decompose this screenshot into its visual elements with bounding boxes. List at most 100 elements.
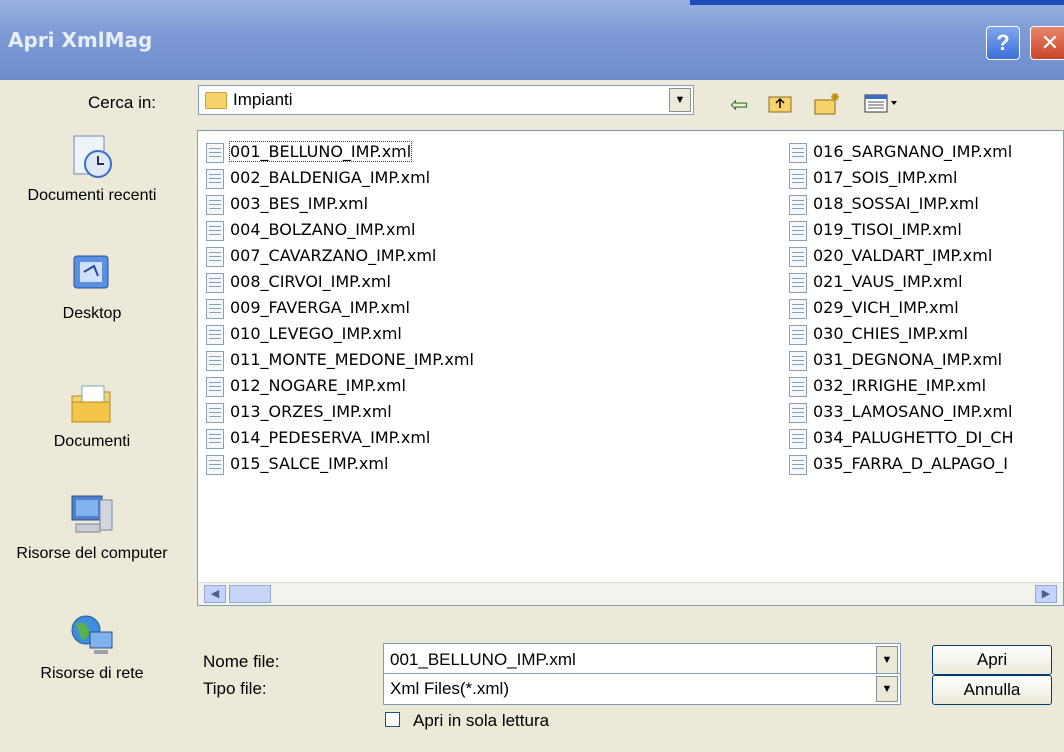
scroll-left-button[interactable]: ◀: [204, 585, 226, 603]
open-button[interactable]: Apri: [932, 645, 1052, 675]
file-item[interactable]: 019_TISOI_IMP.xml: [783, 217, 1014, 243]
file-name: 010_LEVEGO_IMP.xml: [230, 324, 402, 343]
file-item[interactable]: 011_MONTE_MEDONE_IMP.xml: [200, 347, 474, 373]
file-item[interactable]: 012_NOGARE_IMP.xml: [200, 373, 474, 399]
file-name: 004_BOLZANO_IMP.xml: [230, 220, 416, 239]
xml-file-icon: [206, 402, 224, 423]
xml-file-icon: [789, 376, 807, 397]
file-item[interactable]: 007_CAVARZANO_IMP.xml: [200, 243, 474, 269]
file-item[interactable]: 003_BES_IMP.xml: [200, 191, 474, 217]
xml-file-icon: [206, 428, 224, 449]
place-desktop[interactable]: Desktop: [8, 250, 176, 324]
xml-file-icon: [789, 246, 807, 267]
file-item[interactable]: 020_VALDART_IMP.xml: [783, 243, 1014, 269]
xml-file-icon: [789, 428, 807, 449]
file-name: 030_CHIES_IMP.xml: [813, 324, 968, 343]
file-name: 016_SARGNANO_IMP.xml: [813, 142, 1013, 161]
file-name: 002_BALDENIGA_IMP.xml: [230, 168, 431, 187]
lookin-value: Impianti: [233, 90, 293, 109]
file-name: 029_VICH_IMP.xml: [813, 298, 959, 317]
file-name: 013_ORZES_IMP.xml: [230, 402, 392, 421]
file-item[interactable]: 015_SALCE_IMP.xml: [200, 451, 474, 477]
file-item[interactable]: 014_PEDESERVA_IMP.xml: [200, 425, 474, 451]
xml-file-icon: [789, 350, 807, 371]
filetype-label: Tipo file:: [203, 679, 267, 698]
file-item[interactable]: 009_FAVERGA_IMP.xml: [200, 295, 474, 321]
place-recent-label: Documenti recenti: [27, 187, 157, 204]
file-name: 014_PEDESERVA_IMP.xml: [230, 428, 431, 447]
xml-file-icon: [789, 272, 807, 293]
cancel-button[interactable]: Annulla: [932, 675, 1052, 705]
filename-value: 001_BELLUNO_IMP.xml: [390, 650, 576, 669]
title-bar: Apri XmlMag ? ✕: [0, 0, 1064, 80]
place-documents-label: Documenti: [53, 433, 131, 450]
window-title: Apri XmlMag: [8, 28, 153, 52]
file-name: 012_NOGARE_IMP.xml: [230, 376, 406, 395]
file-name: 019_TISOI_IMP.xml: [813, 220, 962, 239]
file-item[interactable]: 033_LAMOSANO_IMP.xml: [783, 399, 1014, 425]
help-button[interactable]: ?: [986, 26, 1020, 60]
xml-file-icon: [206, 142, 224, 163]
file-name: 015_SALCE_IMP.xml: [230, 454, 389, 473]
file-item[interactable]: 018_SOSSAI_IMP.xml: [783, 191, 1014, 217]
xml-file-icon: [789, 454, 807, 475]
filename-field[interactable]: 001_BELLUNO_IMP.xml ▼: [383, 643, 901, 677]
file-item[interactable]: 032_IRRIGHE_IMP.xml: [783, 373, 1014, 399]
my-computer-icon: [71, 495, 113, 533]
xml-file-icon: [206, 324, 224, 345]
new-folder-icon[interactable]: [814, 92, 842, 122]
file-item[interactable]: 035_FARRA_D_ALPAGO_I: [783, 451, 1014, 477]
file-name: 011_MONTE_MEDONE_IMP.xml: [230, 350, 474, 369]
lookin-label: Cerca in:: [88, 93, 157, 112]
up-folder-icon[interactable]: [768, 92, 792, 120]
place-network[interactable]: Risorse di rete: [8, 610, 176, 684]
folder-icon: [205, 92, 227, 110]
desktop-icon: [73, 255, 109, 289]
xml-file-icon: [206, 298, 224, 319]
xml-file-icon: [789, 298, 807, 319]
file-item[interactable]: 010_LEVEGO_IMP.xml: [200, 321, 474, 347]
my-documents-icon: [71, 385, 111, 423]
file-item[interactable]: 016_SARGNANO_IMP.xml: [783, 139, 1014, 165]
file-name: 003_BES_IMP.xml: [230, 194, 369, 213]
xml-file-icon: [206, 194, 224, 215]
place-recent[interactable]: Documenti recenti: [8, 132, 176, 206]
file-item[interactable]: 029_VICH_IMP.xml: [783, 295, 1014, 321]
horizontal-scrollbar[interactable]: ◀ ▶: [198, 582, 1063, 605]
title-bar-edge: [690, 0, 1064, 5]
xml-file-icon: [789, 168, 807, 189]
file-name: 035_FARRA_D_ALPAGO_I: [813, 454, 1008, 473]
file-item[interactable]: 031_DEGNONA_IMP.xml: [783, 347, 1014, 373]
filetype-dropdown[interactable]: Xml Files(*.xml) ▼: [383, 673, 901, 705]
file-item[interactable]: 013_ORZES_IMP.xml: [200, 399, 474, 425]
scroll-thumb[interactable]: [229, 585, 271, 603]
network-icon: [71, 615, 113, 654]
file-item[interactable]: 017_SOIS_IMP.xml: [783, 165, 1014, 191]
lookin-dropdown[interactable]: Impianti ▼: [198, 85, 694, 115]
back-arrow-icon[interactable]: ⇦: [730, 92, 748, 118]
file-item[interactable]: 021_VAUS_IMP.xml: [783, 269, 1014, 295]
file-item[interactable]: 004_BOLZANO_IMP.xml: [200, 217, 474, 243]
file-item[interactable]: 001_BELLUNO_IMP.xml: [200, 139, 474, 165]
xml-file-icon: [206, 272, 224, 293]
xml-file-icon: [789, 194, 807, 215]
view-menu-icon[interactable]: [864, 92, 900, 120]
scroll-right-button[interactable]: ▶: [1035, 585, 1057, 603]
xml-file-icon: [206, 454, 224, 475]
filename-dropdown-arrow[interactable]: ▼: [876, 646, 898, 674]
file-item[interactable]: 008_CIRVOI_IMP.xml: [200, 269, 474, 295]
readonly-checkbox[interactable]: [385, 712, 400, 727]
file-name: 034_PALUGHETTO_DI_CH: [813, 428, 1014, 447]
place-documents[interactable]: Documenti: [8, 378, 176, 452]
file-item[interactable]: 030_CHIES_IMP.xml: [783, 321, 1014, 347]
file-list[interactable]: 001_BELLUNO_IMP.xml 002_BALDENIGA_IMP.xml…: [197, 130, 1064, 606]
file-name: 032_IRRIGHE_IMP.xml: [813, 376, 987, 395]
close-button[interactable]: ✕: [1030, 26, 1064, 60]
lookin-dropdown-arrow[interactable]: ▼: [669, 88, 691, 112]
file-item[interactable]: 002_BALDENIGA_IMP.xml: [200, 165, 474, 191]
filetype-dropdown-arrow[interactable]: ▼: [876, 676, 898, 702]
xml-file-icon: [206, 220, 224, 241]
file-item[interactable]: 034_PALUGHETTO_DI_CH: [783, 425, 1014, 451]
place-computer[interactable]: Risorse del computer: [8, 490, 176, 564]
place-network-label: Risorse di rete: [40, 665, 144, 682]
